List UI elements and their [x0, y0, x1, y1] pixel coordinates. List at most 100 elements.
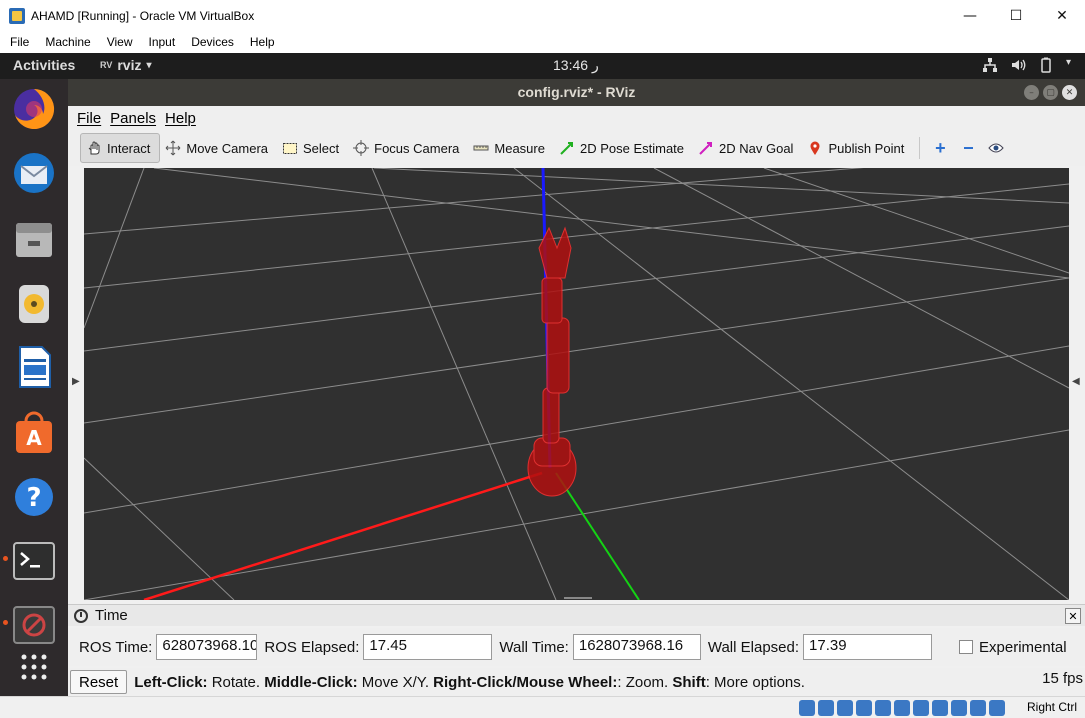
- close-button[interactable]: ✕: [1039, 0, 1085, 31]
- robot-arm-model: [527, 226, 577, 497]
- video-capture-icon[interactable]: [932, 700, 948, 716]
- experimental-checkbox[interactable]: [959, 640, 974, 654]
- minus-icon: −: [963, 137, 974, 158]
- rviz-menu-file[interactable]: File: [77, 110, 101, 127]
- time-panel-header: Time ✕: [68, 604, 1085, 626]
- maximize-button[interactable]: ☐: [993, 0, 1039, 31]
- virtualbox-icon: [9, 7, 25, 24]
- rviz-minimize-button[interactable]: –: [1024, 85, 1039, 100]
- vb-menu-devices[interactable]: Devices: [183, 35, 242, 49]
- cpu-icon[interactable]: [951, 700, 967, 716]
- status-middle-click-text: Move X/Y.: [357, 673, 434, 691]
- right-dock-collapse-icon[interactable]: ◀: [1072, 376, 1080, 387]
- usb-icon[interactable]: [875, 700, 891, 716]
- vb-menu-view[interactable]: View: [99, 35, 141, 49]
- vb-menu-machine[interactable]: Machine: [37, 35, 98, 49]
- ros-elapsed-label: ROS Elapsed:: [264, 638, 360, 656]
- select-icon: [282, 140, 298, 156]
- ros-elapsed-field[interactable]: 17.45: [363, 634, 493, 660]
- left-dock-collapse-icon[interactable]: ▶: [72, 376, 80, 387]
- terminal-icon[interactable]: [10, 537, 58, 585]
- optical-drive-icon[interactable]: [818, 700, 834, 716]
- tool-select[interactable]: Select: [277, 133, 348, 163]
- tool-label: Select: [303, 140, 340, 156]
- keyboard-icon[interactable]: [989, 700, 1005, 716]
- tool-publish-point[interactable]: Publish Point: [802, 133, 913, 163]
- host-key-label: Right Ctrl: [1026, 700, 1077, 714]
- rviz-window-controls: – ▢ ✕: [1024, 85, 1077, 100]
- tool-measure[interactable]: Measure: [468, 133, 554, 163]
- status-bar: Reset Left-Click: Rotate. Middle-Click: …: [68, 668, 1085, 696]
- audio-icon[interactable]: [837, 700, 853, 716]
- files-icon[interactable]: [10, 215, 58, 263]
- clock-icon: [74, 608, 88, 623]
- ubuntu-software-icon[interactable]: A: [10, 409, 58, 457]
- status-left-click-text: Rotate.: [207, 673, 265, 691]
- display-icon[interactable]: [913, 700, 929, 716]
- network-icon: [982, 57, 998, 77]
- vb-menu-input[interactable]: Input: [141, 35, 184, 49]
- time-panel-fields: ROS Time: 628073968.10 ROS Elapsed: 17.4…: [68, 628, 1085, 666]
- shared-folders-icon[interactable]: [894, 700, 910, 716]
- tool-move-camera[interactable]: Move Camera: [160, 133, 277, 163]
- rviz-menubar: File Panels Help: [68, 106, 1085, 130]
- virtualbox-window-title: AHAMD [Running] - Oracle VM VirtualBox: [31, 8, 255, 23]
- rhythmbox-icon[interactable]: [10, 279, 58, 327]
- gnome-top-bar: Activities RV rviz ▾ 13:46 ر ▾: [0, 53, 1085, 79]
- tool-interact[interactable]: Interact: [80, 133, 161, 163]
- app-menu[interactable]: RV rviz ▾: [100, 57, 152, 73]
- rviz-menu-panels[interactable]: Panels: [110, 110, 156, 127]
- show-applications-icon[interactable]: [10, 645, 58, 693]
- rviz-close-button[interactable]: ✕: [1062, 85, 1077, 100]
- green-arrow-icon: [559, 140, 575, 156]
- wall-time-field[interactable]: 1628073968.16: [572, 634, 701, 660]
- tool-2d-nav-goal[interactable]: 2D Nav Goal: [693, 133, 802, 163]
- y-axis: [555, 472, 640, 600]
- add-tool-button[interactable]: +: [926, 133, 954, 163]
- rviz-menu-help[interactable]: Help: [165, 110, 196, 127]
- vb-menu-file[interactable]: File: [0, 35, 37, 49]
- panel-close-icon[interactable]: ✕: [1065, 608, 1081, 624]
- svg-text:?: ?: [26, 483, 41, 513]
- libreoffice-writer-icon[interactable]: [10, 343, 58, 391]
- tool-label: Move Camera: [186, 140, 268, 156]
- viewport-resize-grip[interactable]: [564, 597, 592, 599]
- tool-2d-pose-estimate[interactable]: 2D Pose Estimate: [554, 133, 693, 163]
- status-left-click-label: Left-Click:: [134, 673, 208, 691]
- status-right-click-text: : Zoom.: [617, 673, 673, 691]
- ros-time-label: ROS Time:: [79, 638, 153, 656]
- clock[interactable]: 13:46 ر: [553, 57, 599, 74]
- tool-label: Publish Point: [828, 140, 905, 156]
- ros-time-field[interactable]: 628073968.10: [156, 634, 258, 660]
- virtualbox-titlebar: AHAMD [Running] - Oracle VM VirtualBox —…: [0, 0, 1085, 31]
- minimize-button[interactable]: —: [947, 0, 993, 31]
- vb-menu-help[interactable]: Help: [242, 35, 283, 49]
- tool-label: Focus Camera: [374, 140, 460, 156]
- activities-button[interactable]: Activities: [13, 57, 75, 73]
- fps-readout: 15 fps: [1042, 670, 1083, 687]
- rviz-maximize-button[interactable]: ▢: [1043, 85, 1058, 100]
- rviz-toolbar: Interact Move Camera Select Focus Camera…: [68, 130, 1085, 166]
- tool-visibility-button[interactable]: [982, 133, 1010, 163]
- firefox-icon[interactable]: [10, 85, 58, 133]
- system-tray[interactable]: ▾: [982, 57, 1071, 77]
- network-adapter-icon[interactable]: [856, 700, 872, 716]
- wall-elapsed-field[interactable]: 17.39: [803, 634, 933, 660]
- harddisk-icon[interactable]: [799, 700, 815, 716]
- ubuntu-dock: A ?: [0, 79, 68, 718]
- battery-icon: [1038, 57, 1054, 77]
- help-icon[interactable]: ?: [10, 473, 58, 521]
- reset-button[interactable]: Reset: [70, 670, 128, 694]
- tool-focus-camera[interactable]: Focus Camera: [348, 133, 468, 163]
- power-menu-chevron-icon: ▾: [1065, 57, 1071, 68]
- remove-tool-button[interactable]: −: [954, 133, 982, 163]
- rviz-app-icon: RV: [100, 60, 113, 70]
- rviz-3d-viewport[interactable]: [84, 168, 1069, 600]
- status-shift-label: Shift: [672, 673, 706, 691]
- mouse-integration-icon[interactable]: [970, 700, 986, 716]
- toolbar-separator: [919, 137, 921, 159]
- thunderbird-icon[interactable]: [10, 149, 58, 197]
- tool-label: 2D Nav Goal: [719, 140, 794, 156]
- vb-device-icons: [799, 700, 1005, 716]
- ros-app-icon[interactable]: [10, 601, 58, 649]
